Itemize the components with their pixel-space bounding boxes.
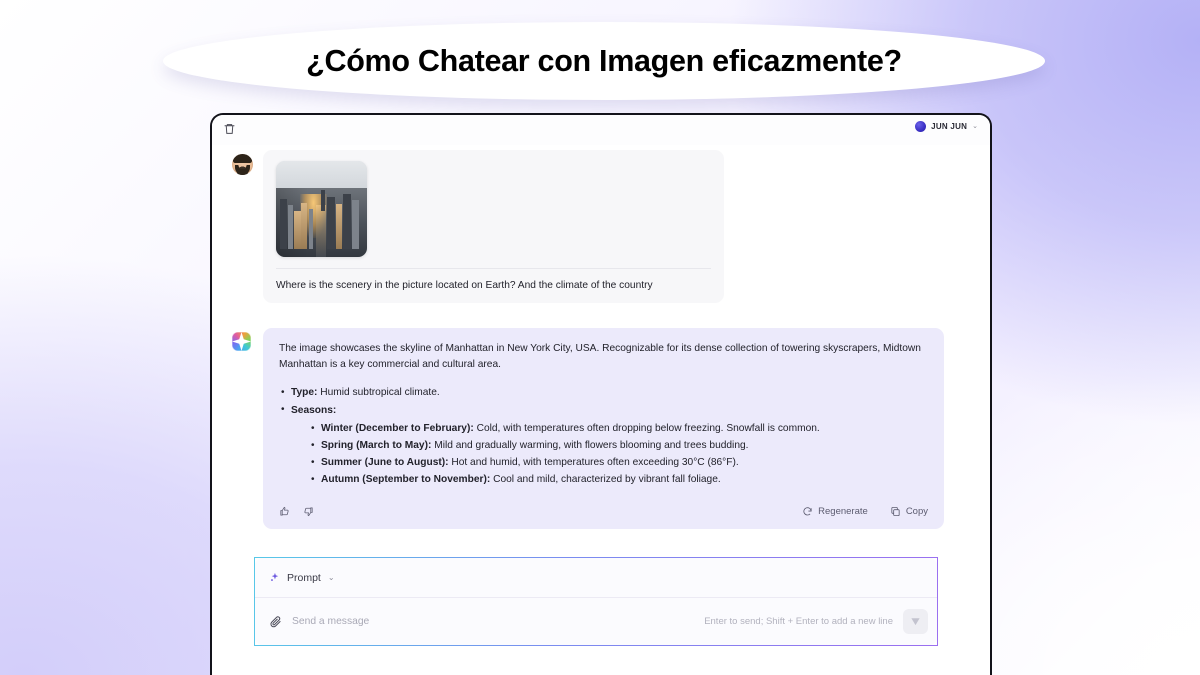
ai-logo-inner — [232, 331, 251, 351]
copy-label: Copy — [905, 506, 928, 518]
user-avatar — [232, 154, 253, 175]
refresh-icon — [803, 507, 812, 516]
trash-icon[interactable] — [223, 122, 236, 136]
prompt-label: Prompt — [287, 571, 321, 584]
list-item: Seasons: Winter (December to February): … — [279, 402, 928, 489]
thumbs-down-icon[interactable] — [303, 506, 314, 517]
ai-logo-icon — [232, 331, 251, 351]
list-item-text: Humid subtropical climate. — [317, 387, 440, 399]
assistant-actions: Regenerate Copy — [279, 506, 928, 519]
account-avatar — [915, 121, 927, 132]
prompt-selector[interactable]: Prompt ⌄ — [255, 558, 937, 599]
account-menu[interactable]: JUN JUN ⌄ — [915, 121, 978, 132]
list-item: Autumn (September to November): Cool and… — [309, 472, 928, 488]
paperclip-icon[interactable] — [269, 615, 282, 628]
message-input[interactable] — [292, 598, 695, 646]
season-label: Spring (March to May): — [321, 440, 432, 452]
window-topbar: JUN JUN ⌄ — [212, 115, 990, 145]
regenerate-button[interactable]: Regenerate — [802, 506, 868, 517]
assistant-message-bubble: The image showcases the skyline of Manha… — [263, 327, 944, 530]
chat-area: Where is the scenery in the picture loca… — [212, 150, 990, 675]
assistant-climate-list: Type: Humid subtropical climate. Seasons… — [279, 385, 928, 488]
assistant-message-row: The image showcases the skyline of Manha… — [212, 327, 990, 530]
list-item-label: Seasons: — [291, 404, 337, 416]
season-text: Mild and gradually warming, with flowers… — [431, 440, 749, 452]
list-item: Winter (December to February): Cold, wit… — [309, 420, 928, 437]
season-text: Cool and mild, characterized by vibrant … — [490, 474, 721, 486]
send-button[interactable] — [903, 609, 928, 635]
response-actions: Regenerate Copy — [802, 506, 928, 517]
chevron-down-icon: ⌄ — [972, 123, 978, 130]
assistant-seasons-list: Winter (December to February): Cold, wit… — [309, 420, 928, 488]
season-label: Summer (June to August): — [321, 457, 449, 469]
season-text: Cold, with temperatures often dropping b… — [473, 423, 820, 434]
assistant-paragraph: The image showcases the skyline of Manha… — [279, 342, 921, 370]
copy-icon — [891, 507, 900, 517]
list-item-label: Type: — [291, 387, 318, 399]
list-item: Summer (June to August): Hot and humid, … — [309, 455, 928, 471]
app-window: JUN JUN ⌄ Where is the scenery in the pi… — [210, 113, 992, 675]
title-banner: ¿Cómo Chatear con Imagen eficazmente? — [163, 22, 1045, 100]
user-message-bubble: Where is the scenery in the picture loca… — [263, 150, 724, 303]
attached-image[interactable] — [276, 161, 367, 257]
season-label: Autumn (September to November): — [321, 474, 491, 486]
user-message-text: Where is the scenery in the picture loca… — [276, 280, 653, 291]
composer-input-row: Enter to send; Shift + Enter to add a ne… — [255, 598, 937, 646]
thumbs-up-icon[interactable] — [279, 506, 290, 517]
composer-wrapper: Prompt ⌄ Enter to send; Shift + Enter to… — [254, 557, 938, 647]
season-label: Winter (December to February): — [321, 423, 474, 434]
regenerate-label: Regenerate — [818, 506, 868, 518]
copy-button[interactable]: Copy — [890, 506, 928, 517]
list-item: Spring (March to May): Mild and graduall… — [309, 438, 928, 454]
image-avenue — [316, 205, 327, 257]
composer: Prompt ⌄ Enter to send; Shift + Enter to… — [254, 557, 938, 647]
composer-hint: Enter to send; Shift + Enter to add a ne… — [704, 616, 893, 628]
chevron-down-icon: ⌄ — [327, 572, 335, 582]
page-title: ¿Cómo Chatear con Imagen eficazmente? — [306, 43, 902, 78]
send-icon — [911, 618, 920, 626]
list-item: Type: Humid subtropical climate. — [279, 385, 928, 400]
user-message-row: Where is the scenery in the picture loca… — [212, 150, 990, 303]
account-name: JUN JUN — [931, 122, 968, 131]
sparkle-icon — [271, 573, 279, 582]
feedback-actions — [279, 506, 314, 517]
season-text: Hot and humid, with temperatures often e… — [448, 457, 739, 469]
